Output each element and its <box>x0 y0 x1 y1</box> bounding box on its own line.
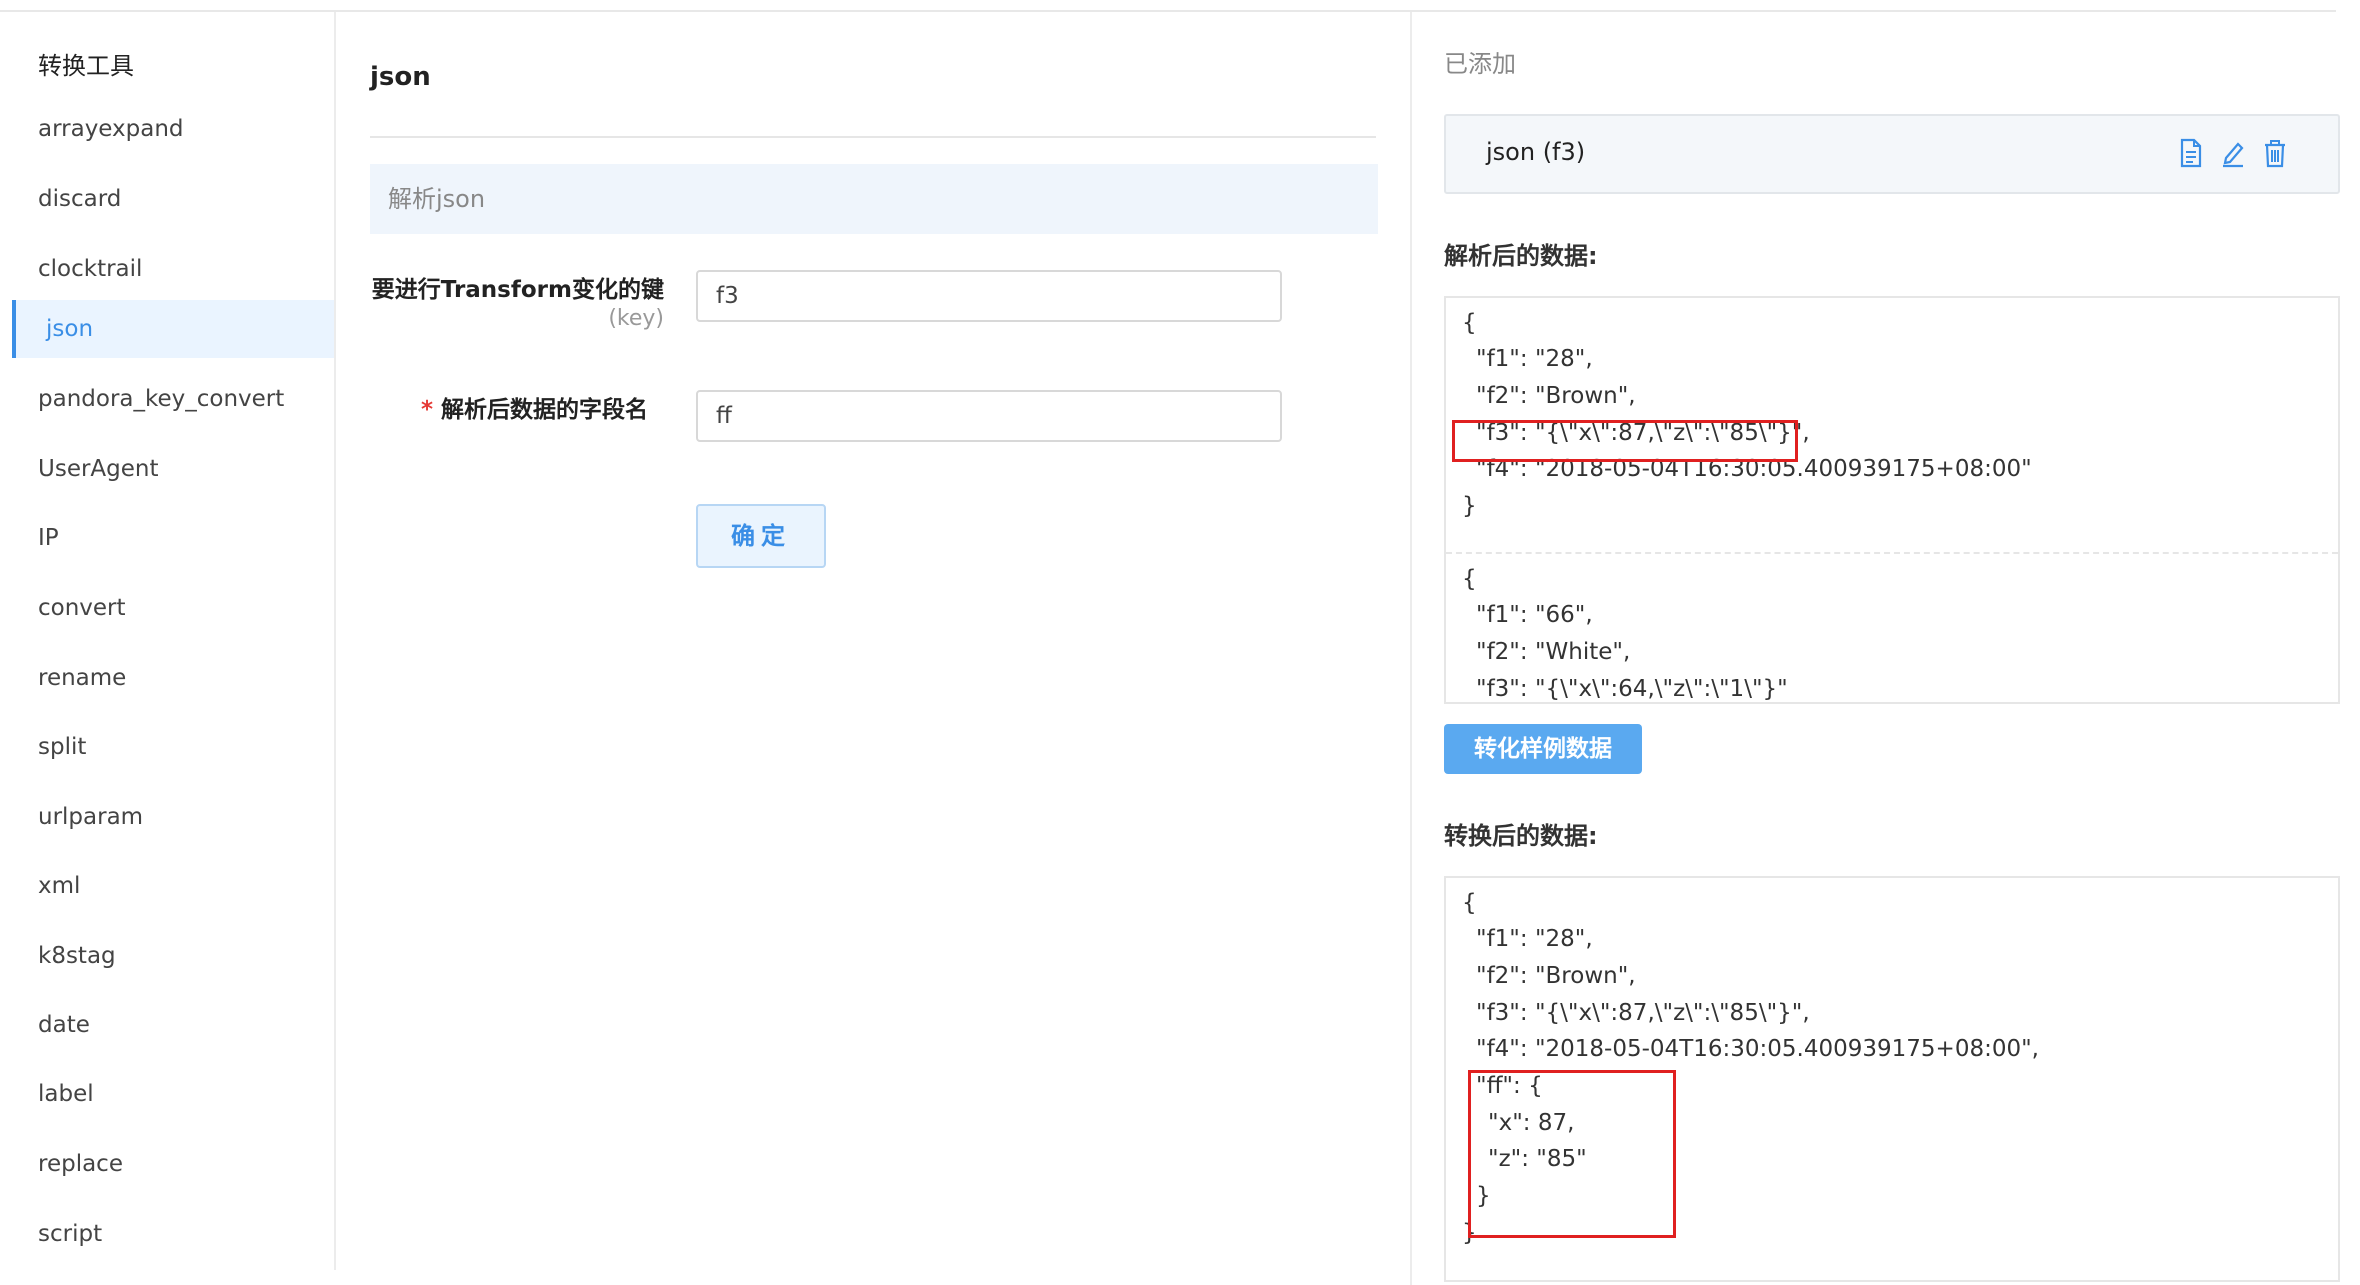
converted-data-title: 转换后的数据: <box>1444 822 1598 850</box>
parsed-data-title: 解析后的数据: <box>1444 242 1598 270</box>
page-title: json <box>370 62 431 92</box>
sidebar-item-pandora-key-convert[interactable]: pandora_key_convert <box>12 370 334 428</box>
added-label: 已添加 <box>1444 50 1516 78</box>
added-transform-name: json (f3) <box>1486 138 1586 166</box>
code-line: { <box>1462 890 1477 916</box>
code-line: "f3": "{\"x\":64,\"z\":\"1\"}" <box>1476 676 1788 702</box>
code-line: } <box>1462 493 1477 519</box>
trash-icon[interactable] <box>2262 138 2288 168</box>
title-divider <box>370 136 1376 138</box>
field-name-label: * 解析后数据的字段名 <box>338 390 648 424</box>
key-label: 要进行Transform变化的键 <box>371 277 664 303</box>
required-marker: * <box>420 397 433 423</box>
code-line: "f2": "Brown", <box>1476 963 1636 989</box>
code-line: "f1": "28", <box>1476 346 1593 372</box>
code-line: "f4": "2018-05-04T16:30:05.400939175+08:… <box>1476 1036 2039 1062</box>
document-icon[interactable] <box>2178 138 2204 168</box>
key-input[interactable]: f3 <box>696 270 1282 322</box>
sidebar-item-k8stag[interactable]: k8stag <box>12 927 334 985</box>
sidebar-item-arrayexpand[interactable]: arrayexpand <box>12 100 334 158</box>
sidebar-item-clocktrail[interactable]: clocktrail <box>12 240 334 298</box>
code-line: "f3": "{\"x\":87,\"z\":\"85\"}", <box>1476 1000 1810 1026</box>
parsed-data-box[interactable]: { "f1": "28", "f2": "Brown", "f3": "{\"x… <box>1444 296 2340 704</box>
sidebar: 转换工具 arrayexpand discard clocktrail json… <box>0 12 336 1270</box>
code-line: "f1": "28", <box>1476 926 1593 952</box>
sidebar-item-useragent[interactable]: UserAgent <box>12 440 334 498</box>
preview-panel: 已添加 json (f3) 解析后的数据: { "f1": "28", "f2"… <box>1414 12 2360 1285</box>
added-transform-card: json (f3) <box>1444 114 2340 194</box>
highlight-box-f3 <box>1452 420 1798 462</box>
highlight-box-ff <box>1468 1070 1676 1238</box>
field-name-label-text: 解析后数据的字段名 <box>441 397 648 423</box>
sidebar-item-date[interactable]: date <box>12 996 334 1054</box>
edit-icon[interactable] <box>2220 138 2246 168</box>
confirm-button[interactable]: 确定 <box>696 504 826 568</box>
code-line: { <box>1462 566 1477 592</box>
description-banner: 解析json <box>370 164 1378 234</box>
sidebar-item-urlparam[interactable]: urlparam <box>12 788 334 846</box>
record-separator <box>1446 552 2338 554</box>
sidebar-title: 转换工具 <box>38 52 134 80</box>
field-name-input[interactable]: ff <box>696 390 1282 442</box>
sidebar-item-split[interactable]: split <box>12 718 334 776</box>
convert-sample-button[interactable]: 转化样例数据 <box>1444 724 1642 774</box>
sidebar-item-json[interactable]: json <box>12 300 334 358</box>
sidebar-item-convert[interactable]: convert <box>12 579 334 637</box>
sidebar-item-rename[interactable]: rename <box>12 649 334 707</box>
sidebar-item-script[interactable]: script <box>12 1205 334 1263</box>
code-line: "f2": "White", <box>1476 639 1631 665</box>
sidebar-item-discard[interactable]: discard <box>12 170 334 228</box>
sidebar-item-label[interactable]: label <box>12 1065 334 1123</box>
key-hint: (key) <box>608 306 664 331</box>
code-line: "f2": "Brown", <box>1476 383 1636 409</box>
sidebar-item-ip[interactable]: IP <box>12 509 334 567</box>
sidebar-item-xml[interactable]: xml <box>12 857 334 915</box>
code-line: { <box>1462 310 1477 336</box>
sidebar-item-replace[interactable]: replace <box>12 1135 334 1193</box>
transform-form-panel: json 解析json 要进行Transform变化的键 (key) f3 * 解… <box>338 12 1412 1285</box>
code-line: "f1": "66", <box>1476 602 1593 628</box>
